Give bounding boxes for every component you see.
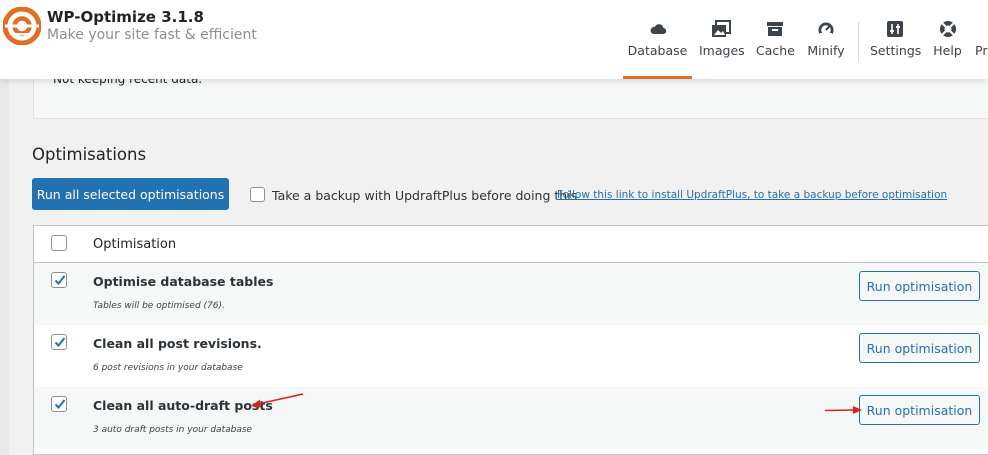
row-checkbox[interactable] [51,272,67,288]
row-name: Optimise database tables [93,274,274,289]
run-optimisation-button[interactable]: Run optimisation [859,333,980,363]
tab-images[interactable]: Images [699,20,745,79]
run-optimisation-button[interactable]: Run optimisation [859,271,980,301]
row-description: Tables will be optimised (76). [93,301,225,311]
section-title: Optimisations [32,145,147,164]
backup-checkbox[interactable] [250,187,265,202]
tab-cache-label: Cache [756,43,795,58]
table-header: Optimisation [34,226,988,263]
table-row: Optimise database tables Tables will be … [34,263,988,325]
row-checkbox[interactable] [51,396,67,412]
tab-images-label: Images [699,43,745,58]
tab-database[interactable]: Database [623,20,692,79]
checkmark-icon [54,399,66,409]
row-name: Clean all auto-draft posts [93,398,273,413]
row-checkbox[interactable] [51,334,67,350]
cloud-icon [623,20,692,40]
column-header-optimisation: Optimisation [93,237,177,252]
tab-database-label: Database [627,43,688,58]
select-all-checkbox[interactable] [51,235,67,251]
nav-divider [858,22,859,62]
lifebuoy-icon [932,20,963,40]
gauge-icon [806,20,846,40]
app-title: WP-Optimize 3.1.8 [47,8,204,26]
images-icon [699,20,743,40]
app-window: Not keeping recent data. WP-Optimize 3.1… [0,0,988,455]
optimisations-table: Optimisation Optimise database tables Ta… [33,225,988,455]
tab-minify[interactable]: Minify [806,20,846,79]
backup-label: Take a backup with UpdraftPlus before do… [272,188,578,203]
sliders-icon [870,20,920,40]
tab-settings[interactable]: Settings [870,20,922,79]
install-updraftplus-link[interactable]: Follow this link to install UpdraftPlus,… [557,189,947,201]
table-row: Clean all post revisions. 6 post revisio… [34,325,988,387]
plugin-header: WP-Optimize 3.1.8 Make your site fast & … [0,0,988,79]
run-all-optimisations-button[interactable]: Run all selected optimisations [32,178,229,210]
tab-minify-label: Minify [807,43,845,58]
row-description: 6 post revisions in your database [93,363,243,373]
row-description: 3 auto draft posts in your database [93,425,253,435]
annotation-arrow-icon [824,406,862,414]
tab-cache[interactable]: Cache [756,20,795,79]
wp-optimize-logo-icon [2,6,42,46]
tab-premium[interactable]: Pr [975,20,988,79]
annotation-arrow-icon [251,393,304,408]
checkmark-icon [54,275,66,285]
tab-settings-label: Settings [870,43,922,58]
app-subtitle: Make your site fast & efficient [47,27,257,43]
checkmark-icon [54,337,66,347]
run-optimisation-button[interactable]: Run optimisation [859,395,980,425]
row-name: Clean all post revisions. [93,336,262,351]
tab-help[interactable]: Help [932,20,963,79]
archive-icon [756,20,794,40]
table-row: Clean all auto-draft posts 3 auto draft … [34,387,988,449]
tab-help-label: Help [933,43,962,58]
tab-premium-label: Pr [975,43,988,58]
